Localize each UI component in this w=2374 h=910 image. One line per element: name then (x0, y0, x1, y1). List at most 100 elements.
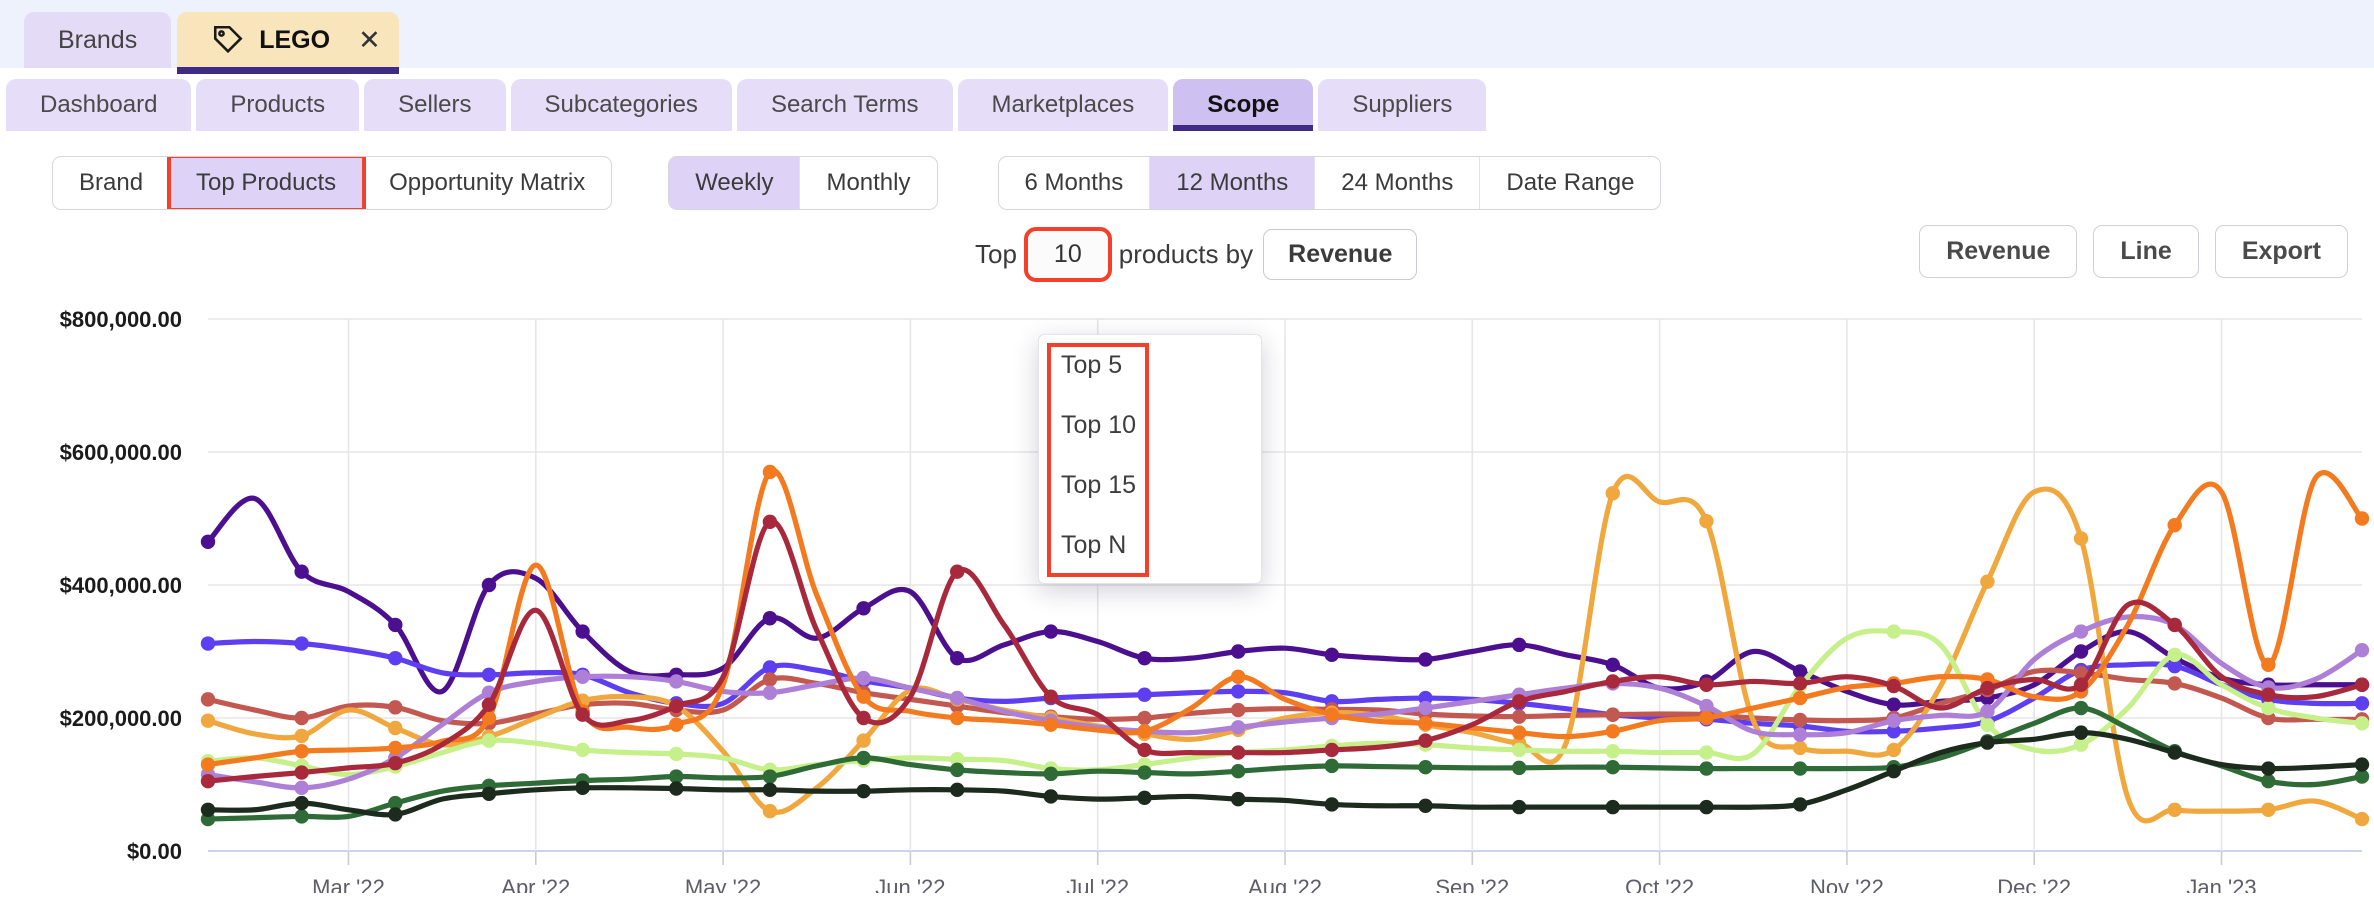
series-point (1699, 513, 1714, 529)
range-option-12-months[interactable]: 12 Months (1150, 157, 1316, 209)
tab-subcategories[interactable]: Subcategories (510, 79, 732, 131)
tab-products[interactable]: Products (196, 79, 360, 131)
series-point (1418, 760, 1433, 775)
series-point (1137, 650, 1152, 666)
series-point (481, 786, 497, 802)
dropdown-item-top-n[interactable]: Top N (1039, 515, 1261, 575)
series-point (1792, 676, 1808, 691)
tab-search-terms[interactable]: Search Terms (736, 79, 953, 131)
series-point (388, 756, 403, 771)
series-point (1137, 790, 1152, 805)
x-axis-tick-label: Mar '22 (312, 875, 385, 893)
series-point (481, 577, 497, 593)
series-point (1792, 740, 1808, 756)
series-point (1230, 669, 1246, 684)
series-point (481, 667, 497, 682)
tab-sellers[interactable]: Sellers (364, 79, 506, 131)
granularity-option-monthly[interactable]: Monthly (800, 157, 936, 209)
granularity-option-weekly[interactable]: Weekly (669, 157, 801, 209)
dropdown-item-top-10[interactable]: Top 10 (1039, 395, 1261, 455)
series-point (2167, 745, 2182, 760)
series-point (1792, 797, 1808, 812)
top-prefix-label: Top (975, 239, 1017, 269)
series-point (1511, 760, 1527, 776)
tab-suppliers[interactable]: Suppliers (1318, 79, 1487, 131)
range-option-24-months[interactable]: 24 Months (1315, 157, 1481, 209)
series-point (294, 636, 309, 651)
option-label: 24 Months (1341, 169, 1454, 196)
series-point (856, 670, 871, 686)
view-option-brand[interactable]: Brand (53, 157, 171, 209)
view-segment: Brand Top Products Opportunity Matrix (52, 156, 613, 210)
brand-tab-brands[interactable]: Brands (24, 12, 172, 68)
dropdown-item-top-5[interactable]: Top 5 (1039, 335, 1261, 395)
series-point (2354, 511, 2370, 526)
brand-tab-label: Brands (58, 25, 138, 54)
metric-select[interactable]: Revenue (1263, 229, 1418, 280)
series-point (762, 685, 778, 700)
range-option-date-range[interactable]: Date Range (1480, 157, 1660, 209)
series-point (669, 674, 684, 689)
tab-label: Search Terms (770, 91, 919, 118)
series-point (1230, 745, 1246, 760)
tab-label: Scope (1207, 91, 1280, 118)
series-point (2167, 647, 2182, 663)
series-point (1324, 707, 1340, 722)
series-point (2073, 677, 2089, 692)
tag-icon (211, 23, 245, 57)
series-point (762, 672, 778, 687)
series-point (388, 650, 403, 666)
series-point (1511, 742, 1527, 758)
top-count-select[interactable]: 10 (1023, 227, 1112, 282)
tab-dashboard[interactable]: Dashboard (6, 79, 192, 131)
close-icon[interactable]: ✕ (358, 25, 381, 56)
series-point (294, 564, 309, 579)
brand-tab-label: LEGO (259, 25, 331, 54)
series-point (1886, 624, 1901, 639)
series-point (669, 698, 684, 714)
series-point (2354, 716, 2370, 731)
option-label: Top Products (196, 169, 337, 196)
option-label: Opportunity Matrix (389, 169, 586, 196)
series-point (856, 783, 871, 799)
series-point (1605, 486, 1620, 501)
series-point (2073, 700, 2089, 716)
series-point (575, 669, 590, 684)
series-point (856, 710, 871, 726)
series-point (1511, 709, 1527, 724)
series-point (388, 617, 403, 633)
revenue-button[interactable]: Revenue (1919, 225, 2078, 278)
view-option-top-products[interactable]: Top Products (167, 157, 367, 209)
series-point (1043, 766, 1059, 782)
export-button[interactable]: Export (2214, 225, 2348, 278)
series-point (2167, 676, 2182, 691)
tab-scope[interactable]: Scope (1173, 79, 1314, 131)
range-segment: 6 Months 12 Months 24 Months Date Range (997, 156, 1662, 210)
series-point (1886, 764, 1901, 779)
products-by-label: products by (1118, 239, 1254, 269)
line-button[interactable]: Line (2093, 225, 2199, 278)
series-point (2354, 811, 2370, 827)
series-point (388, 720, 403, 736)
dropdown-item-top-15[interactable]: Top 15 (1039, 455, 1261, 515)
range-option-6-months[interactable]: 6 Months (999, 157, 1151, 209)
y-axis-tick-label: $600,000.00 (60, 440, 182, 465)
series-point (762, 803, 778, 819)
option-label: Monthly (826, 169, 911, 196)
series-point (294, 795, 309, 811)
x-axis-tick-label: Nov '22 (1810, 875, 1884, 893)
series-point (2167, 617, 2182, 633)
y-axis-tick-label: $800,000.00 (60, 307, 182, 332)
view-option-opportunity-matrix[interactable]: Opportunity Matrix (363, 157, 611, 209)
brand-tab-lego[interactable]: LEGO ✕ (177, 12, 400, 74)
series-point (294, 728, 309, 744)
tab-marketplaces[interactable]: Marketplaces (957, 79, 1169, 131)
series-point (1230, 644, 1246, 659)
series-point (856, 733, 871, 748)
nav-tabs: Dashboard Products Sellers Subcategories… (0, 68, 2374, 131)
tab-label: Subcategories (544, 91, 698, 118)
series-point (1418, 716, 1433, 731)
series-point (294, 710, 309, 726)
series-point (1699, 677, 1714, 692)
series-point (200, 757, 216, 772)
